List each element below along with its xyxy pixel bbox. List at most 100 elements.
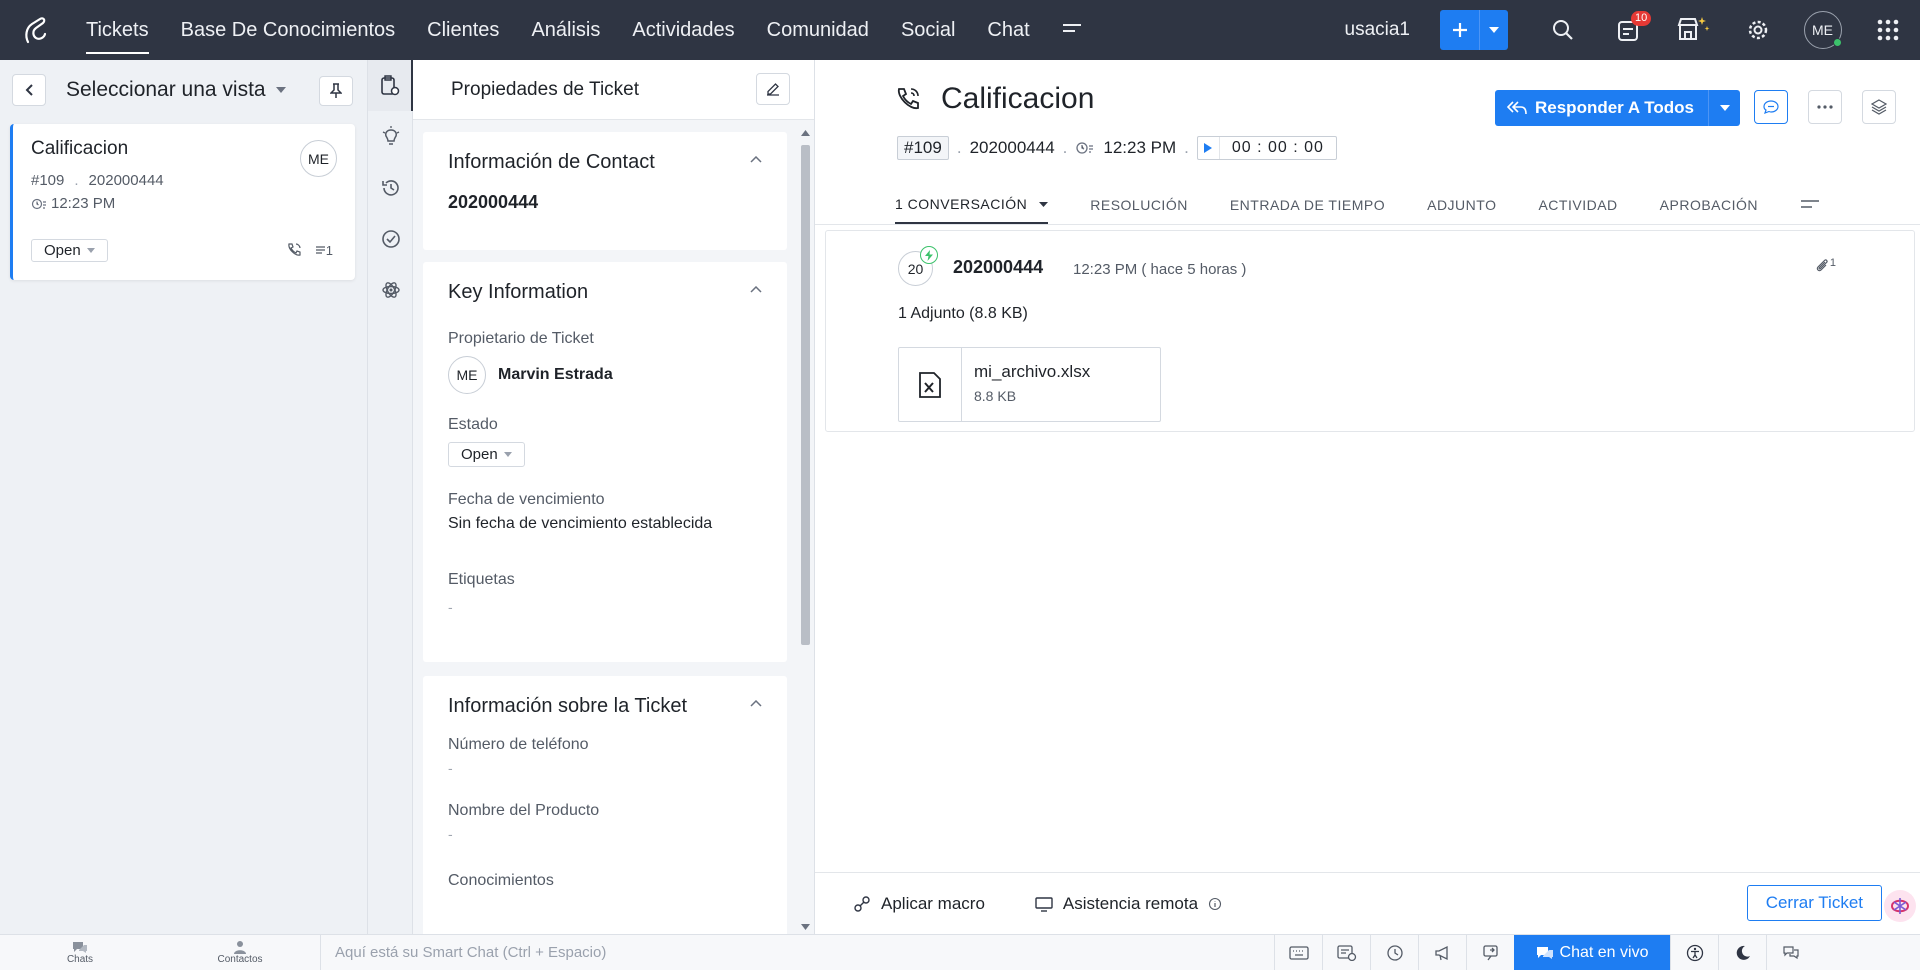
nav-community[interactable]: Comunidad xyxy=(767,0,869,60)
clock-history-icon[interactable] xyxy=(1370,934,1418,970)
phone-value[interactable]: - xyxy=(448,760,762,776)
scroll-thumb[interactable] xyxy=(801,145,810,645)
search-icon[interactable] xyxy=(1530,0,1595,60)
scroll-up-icon[interactable] xyxy=(801,130,810,136)
announcement-megaphone-icon[interactable] xyxy=(1418,934,1466,970)
close-ticket-button[interactable]: Cerrar Ticket xyxy=(1746,885,1882,921)
settings-gear-icon[interactable] xyxy=(1725,0,1790,60)
status-dropdown[interactable]: Open xyxy=(448,442,525,467)
new-item-button[interactable] xyxy=(1440,10,1508,50)
apply-macro-button[interactable]: Aplicar macro xyxy=(853,894,985,914)
scroll-down-icon[interactable] xyxy=(801,924,810,930)
keyboard-icon[interactable] xyxy=(1274,934,1322,970)
collapse-chevron-icon[interactable] xyxy=(750,700,762,707)
tabs-more-icon[interactable] xyxy=(1800,186,1820,224)
ticket-card-owner-avatar: ME xyxy=(300,140,337,177)
reply-options-chevron-icon[interactable] xyxy=(1708,90,1740,126)
live-chat-button[interactable]: Chat en vivo xyxy=(1514,934,1670,970)
plus-icon[interactable] xyxy=(1440,10,1480,50)
tab-conversations[interactable]: 1 CONVERSACIÓN xyxy=(895,186,1049,224)
footer-chats-tab[interactable]: Chats xyxy=(0,935,160,970)
view-selector[interactable]: Seleccionar una vista xyxy=(66,78,266,102)
monitor-icon xyxy=(1035,896,1053,912)
accessibility-icon[interactable] xyxy=(1670,934,1718,970)
view-dropdown-icon[interactable] xyxy=(275,87,286,93)
nav-more-icon[interactable] xyxy=(1062,0,1082,60)
ticket-contact[interactable]: 202000444 xyxy=(970,138,1055,158)
info-icon[interactable] xyxy=(1208,897,1222,911)
chevron-down-icon[interactable] xyxy=(1480,10,1508,50)
remote-assist-button[interactable]: Asistencia remota xyxy=(1035,894,1222,914)
footer-contacts-tab[interactable]: Contactos xyxy=(160,935,320,970)
tab-approval[interactable]: APROBACIÓN xyxy=(1660,186,1758,224)
more-options-icon[interactable] xyxy=(1808,90,1842,124)
ticket-subject[interactable]: Calificacion xyxy=(941,82,1094,116)
user-initials: ME xyxy=(1812,22,1833,38)
ai-atom-icon[interactable] xyxy=(368,264,413,315)
approval-check-icon[interactable] xyxy=(368,213,413,264)
ticket-card-status[interactable]: Open xyxy=(31,239,108,262)
chats-icon xyxy=(73,942,87,953)
separator: . xyxy=(1062,138,1068,157)
tab-resolution[interactable]: RESOLUCIÓN xyxy=(1090,186,1188,224)
nav-social[interactable]: Social xyxy=(901,0,955,60)
nav-analytics[interactable]: Análisis xyxy=(531,0,600,60)
key-info-section: Key Information Propietario de Ticket ME… xyxy=(423,262,787,662)
due-date-value[interactable]: Sin fecha de vencimiento establecida xyxy=(448,515,762,533)
tab-time-entry[interactable]: ENTRADA DE TIEMPO xyxy=(1230,186,1385,224)
dark-mode-moon-icon[interactable] xyxy=(1718,934,1766,970)
tab-attachments[interactable]: ADJUNTO xyxy=(1427,186,1496,224)
chevron-down-icon xyxy=(503,452,512,457)
marketplace-icon[interactable] xyxy=(1660,0,1725,60)
chat-bubbles-icon[interactable] xyxy=(1766,934,1814,970)
ticket-card-id: #109 xyxy=(31,172,65,189)
ticket-id[interactable]: #109 xyxy=(897,136,949,160)
edit-pencil-icon[interactable] xyxy=(756,73,790,105)
collapse-chevron-icon[interactable] xyxy=(750,286,762,293)
tags-value[interactable]: - xyxy=(448,599,762,615)
attachment-file[interactable]: mi_archivo.xlsx 8.8 KB xyxy=(898,347,1161,422)
contact-name-link[interactable]: 202000444 xyxy=(448,192,762,213)
notifications-icon[interactable]: 10 xyxy=(1595,0,1660,60)
zia-assistant-icon[interactable] xyxy=(1880,886,1920,926)
nav-knowledge-base[interactable]: Base De Conocimientos xyxy=(181,0,396,60)
collapse-chevron-icon[interactable] xyxy=(750,156,762,163)
user-avatar[interactable]: ME xyxy=(1790,0,1855,60)
product-value[interactable]: - xyxy=(448,826,762,842)
apps-grid-icon[interactable] xyxy=(1855,0,1920,60)
portal-name[interactable]: usacia1 xyxy=(1345,19,1411,41)
owner-name: Marvin Estrada xyxy=(498,366,613,383)
attachment-clip[interactable]: 1 xyxy=(1814,257,1836,273)
ticket-timer[interactable]: 00 : 00 : 00 xyxy=(1196,136,1337,160)
conversation-thread[interactable]: 20 202000444 12:23 PM ( hace 5 horas ) 1… xyxy=(825,230,1915,432)
layers-icon[interactable] xyxy=(1862,90,1896,124)
nav-tickets[interactable]: Tickets xyxy=(86,0,149,60)
ticket-card-subject[interactable]: Calificacion xyxy=(31,138,337,160)
play-timer-icon[interactable] xyxy=(1198,137,1220,159)
ticket-card[interactable]: Calificacion ME #109 . 202000444 12:23 P… xyxy=(10,124,355,280)
owner-field[interactable]: ME Marvin Estrada xyxy=(448,356,762,394)
history-icon[interactable] xyxy=(368,162,413,213)
sender-name[interactable]: 202000444 xyxy=(953,257,1043,278)
paperclip-icon xyxy=(1816,259,1828,272)
tab-activity[interactable]: ACTIVIDAD xyxy=(1538,186,1617,224)
attachment-name[interactable]: mi_archivo.xlsx xyxy=(974,362,1090,382)
switch-channel-icon[interactable] xyxy=(1466,934,1514,970)
nav-chat[interactable]: Chat xyxy=(987,0,1029,60)
back-button[interactable] xyxy=(12,74,46,106)
nav-activities[interactable]: Actividades xyxy=(632,0,734,60)
reply-all-main[interactable]: Responder A Todos xyxy=(1495,90,1708,126)
clock-icon xyxy=(31,198,46,209)
reply-all-button[interactable]: Responder A Todos xyxy=(1495,90,1740,126)
excel-file-icon xyxy=(899,348,962,421)
properties-scrollbar[interactable] xyxy=(798,130,812,930)
nav-customers[interactable]: Clientes xyxy=(427,0,499,60)
tasks-check-icon[interactable] xyxy=(1322,934,1370,970)
conversation-time: 12:23 PM ( hace 5 horas ) xyxy=(1073,261,1247,278)
comment-icon[interactable] xyxy=(1754,90,1788,124)
ticket-properties-icon[interactable] xyxy=(368,60,413,111)
desk-logo-icon[interactable] xyxy=(0,0,70,60)
smartchat-input[interactable]: Aquí está su Smart Chat (Ctrl + Espacio) xyxy=(320,934,1274,970)
pin-icon[interactable] xyxy=(319,76,353,106)
suggestions-bulb-icon[interactable] xyxy=(368,111,413,162)
